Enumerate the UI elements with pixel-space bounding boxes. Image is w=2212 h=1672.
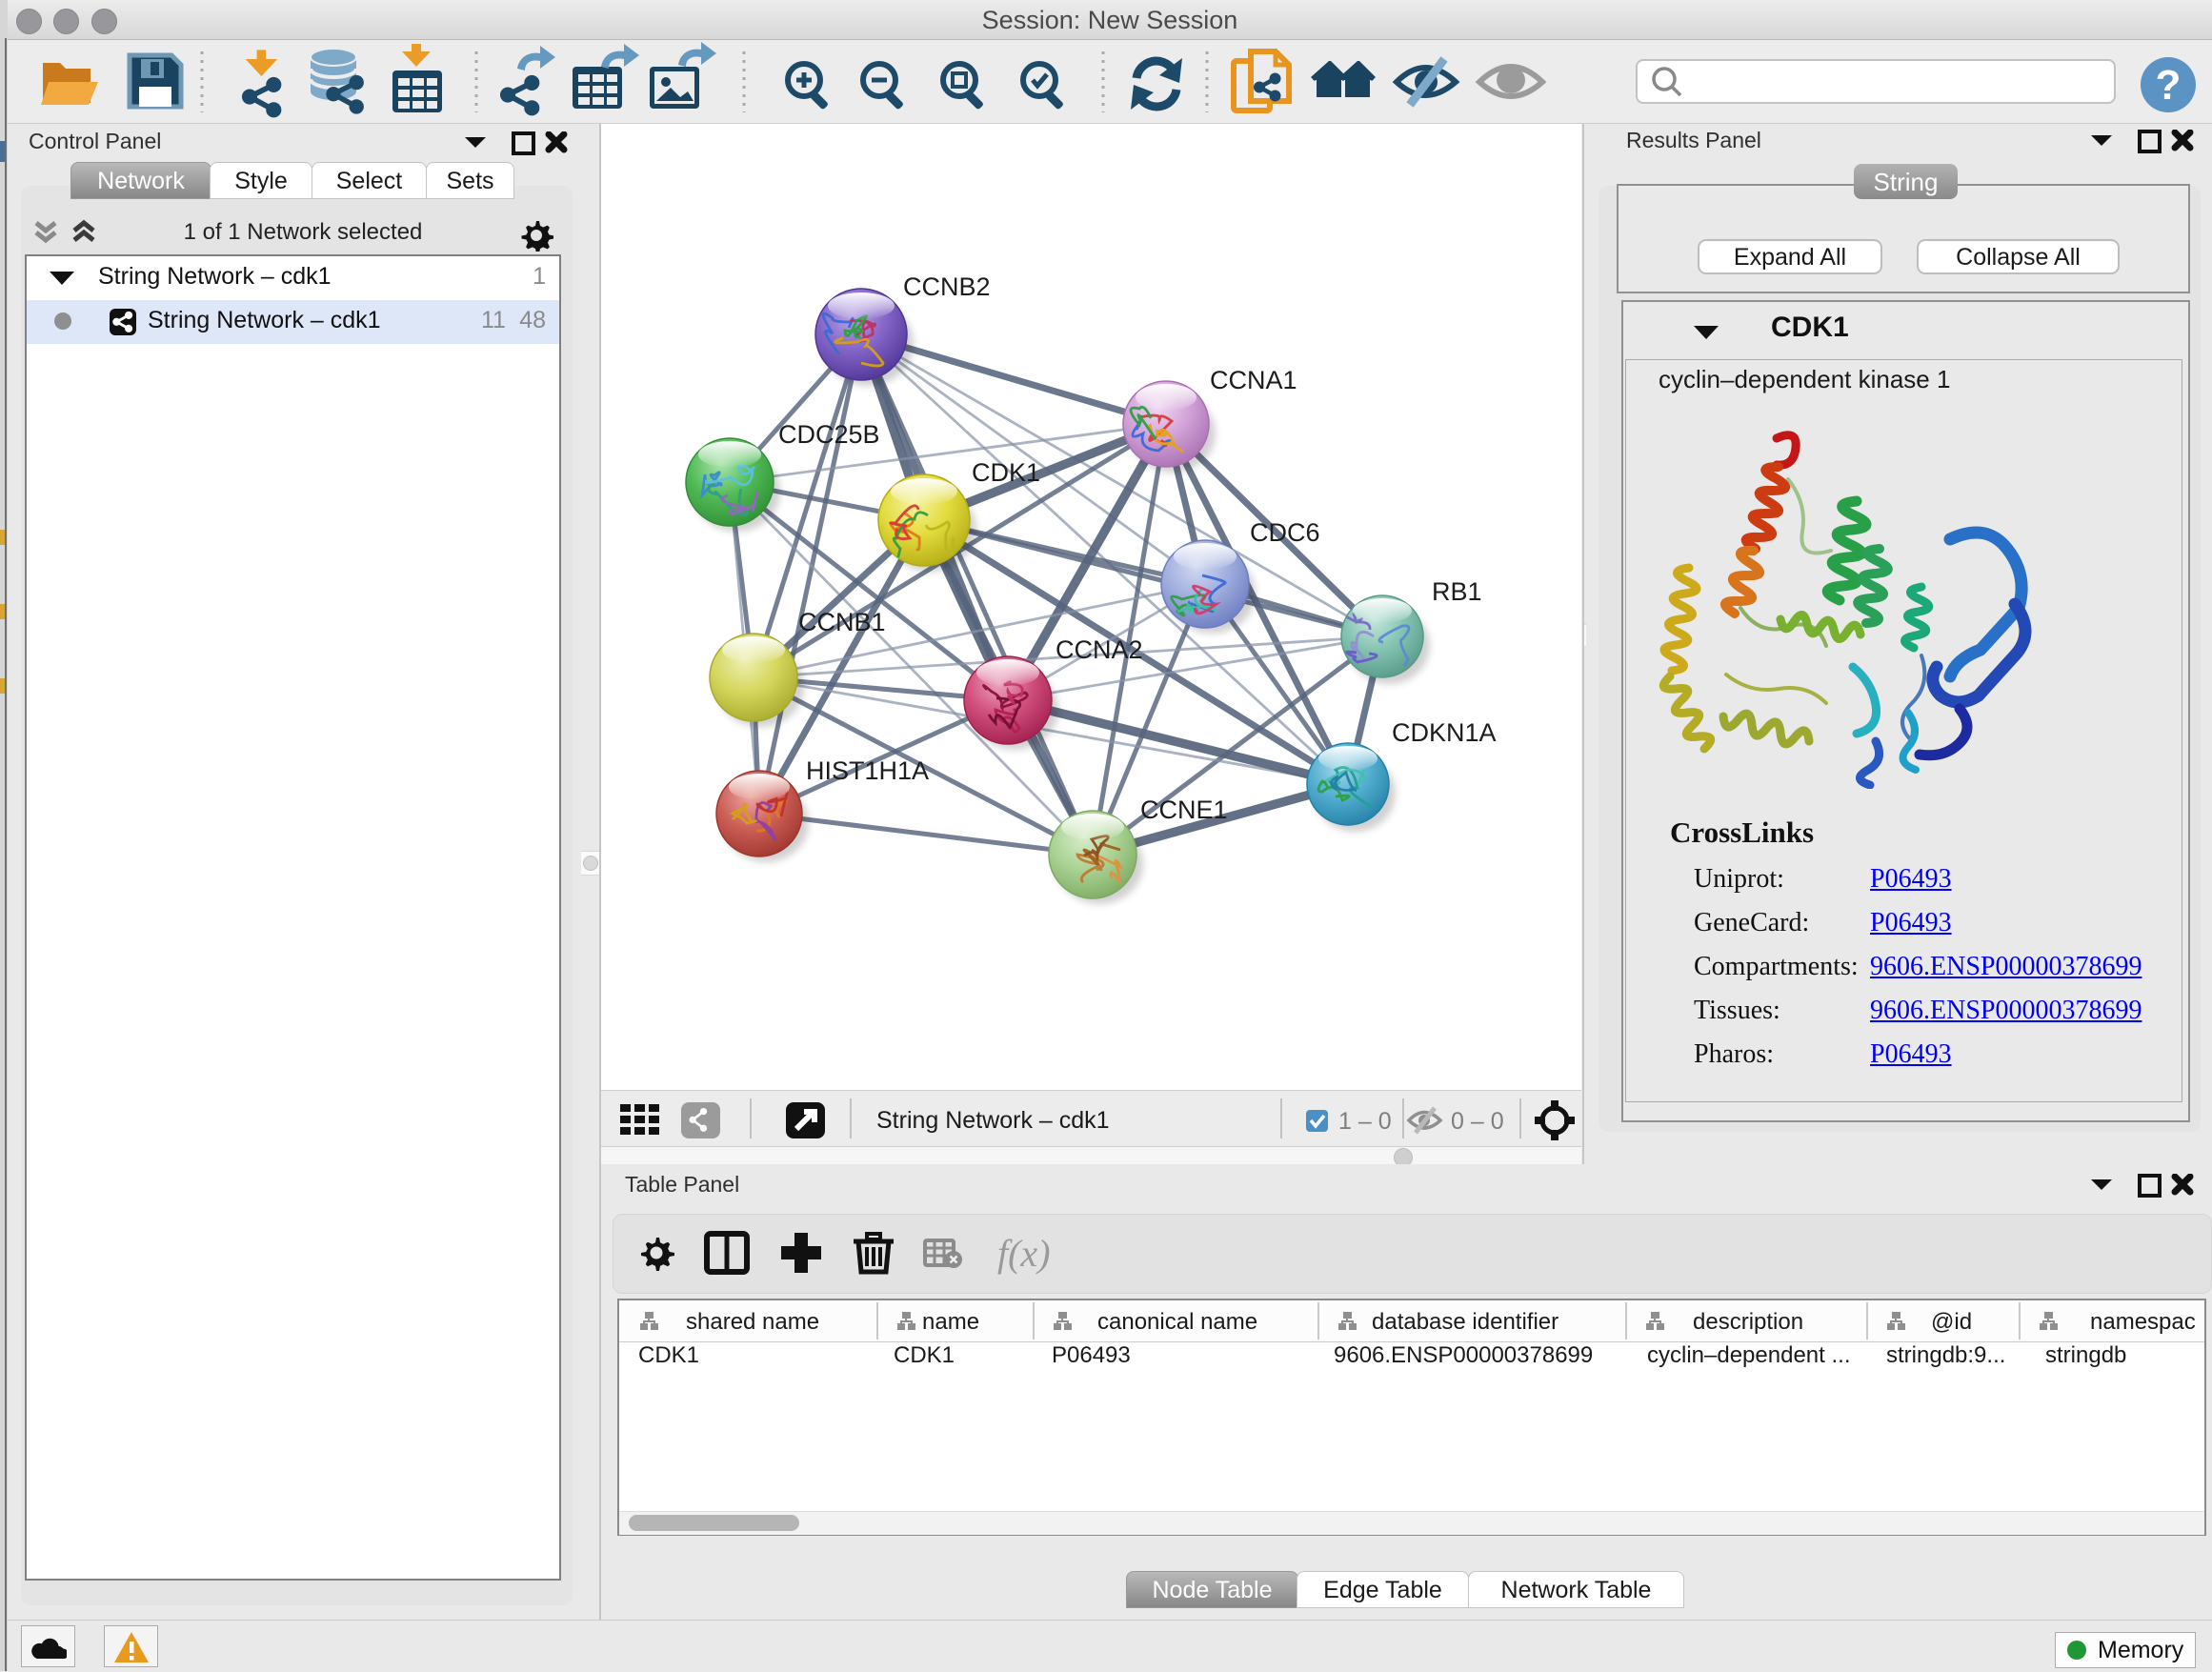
- svg-text:CCNA2: CCNA2: [1056, 635, 1143, 664]
- svg-text:CDK1: CDK1: [638, 1342, 699, 1368]
- svg-text:@id: @id: [1931, 1309, 1972, 1335]
- svg-text:stringdb:9...: stringdb:9...: [1886, 1342, 2005, 1368]
- svg-text:canonical name: canonical name: [1097, 1309, 1257, 1335]
- svg-text:CCNB1: CCNB1: [798, 608, 886, 636]
- svg-text:CDC6: CDC6: [1250, 518, 1320, 547]
- svg-text:RB1: RB1: [1432, 577, 1482, 606]
- svg-text:CCNB2: CCNB2: [903, 272, 991, 301]
- svg-text:P06493: P06493: [1052, 1342, 1131, 1368]
- svg-text:database identifier: database identifier: [1372, 1309, 1558, 1335]
- svg-text:description: description: [1693, 1309, 1803, 1335]
- svg-text:CCNA1: CCNA1: [1210, 366, 1297, 394]
- svg-text:stringdb: stringdb: [2045, 1342, 2126, 1368]
- svg-text:CDC25B: CDC25B: [778, 420, 880, 449]
- svg-text:String Network – cdk1: String Network – cdk1: [876, 1107, 1110, 1134]
- svg-text:9606.ENSP00000378699: 9606.ENSP00000378699: [1334, 1342, 1593, 1368]
- svg-text:?: ?: [2156, 62, 2182, 109]
- svg-text:CDK1: CDK1: [972, 458, 1040, 487]
- svg-text:0 – 0: 0 – 0: [1451, 1108, 1504, 1135]
- svg-text:CDK1: CDK1: [894, 1342, 955, 1368]
- svg-text:f(x): f(x): [997, 1232, 1051, 1275]
- svg-text:CCNE1: CCNE1: [1140, 796, 1228, 824]
- svg-text:cyclin–dependent ...: cyclin–dependent ...: [1647, 1342, 1850, 1368]
- svg-text:namespac: namespac: [2090, 1309, 2196, 1335]
- svg-text:name: name: [922, 1309, 979, 1335]
- svg-text:HIST1H1A: HIST1H1A: [806, 756, 929, 785]
- svg-text:shared name: shared name: [686, 1309, 819, 1335]
- svg-text:CDKN1A: CDKN1A: [1392, 718, 1497, 747]
- svg-text:1 – 0: 1 – 0: [1338, 1108, 1392, 1135]
